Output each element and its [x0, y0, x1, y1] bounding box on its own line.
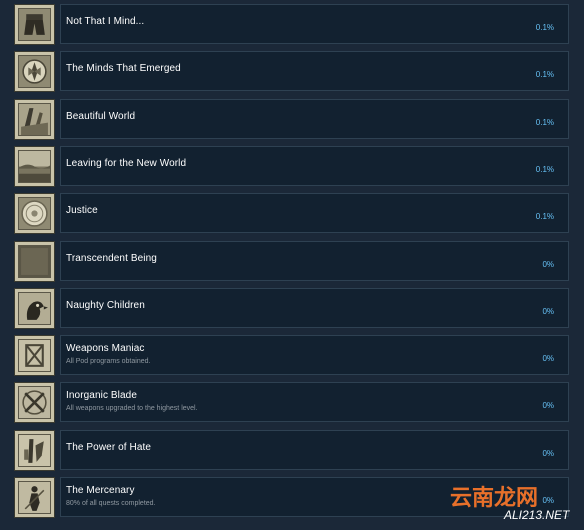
achievement-icon-art: [18, 8, 51, 41]
achievement-panel: Weapons Maniac All Pod programs obtained.…: [60, 335, 569, 376]
figure-icon: [14, 429, 55, 471]
unlock-percentage: 0.1%: [535, 117, 554, 127]
achievement-title: Transcendent Being: [66, 252, 157, 264]
achievement-icon-art: [18, 481, 51, 514]
achievement-icon-art: [18, 433, 51, 467]
achievement-panel: Beautiful World 0.1%: [60, 98, 569, 139]
achievement-title: Beautiful World: [66, 110, 136, 122]
achievement-panel: Justice 0.1%: [60, 193, 569, 234]
achievement-panel: The Power of Hate 0%: [60, 429, 569, 470]
unlock-percentage: 0.1%: [535, 212, 554, 222]
warrior-icon: [14, 477, 55, 518]
achievement-icon-art: [18, 291, 51, 325]
achievement-icon-art: [18, 55, 51, 89]
achievement-title: The Mercenary: [66, 485, 135, 496]
landscape-icon: [14, 145, 55, 187]
unlock-percentage: 0%: [542, 354, 554, 364]
achievement-row[interactable]: The Minds That Emerged 0.1%: [0, 51, 584, 95]
achievement-row[interactable]: Justice 0.1%: [0, 193, 584, 237]
achievement-row[interactable]: The Power of Hate 0%: [0, 429, 584, 474]
achievement-panel: Inorganic Blade All weapons upgraded to t…: [60, 382, 569, 423]
achievement-title: The Minds That Emerged: [66, 63, 181, 75]
circle-emblem-icon: [14, 193, 55, 235]
shorts-icon: [14, 4, 55, 45]
unlock-percentage: 0.1%: [535, 23, 554, 32]
achievement-description: 80% of all quests completed.: [66, 500, 156, 507]
pod-icon: [14, 335, 55, 377]
svg-text:ALI213.NET: ALI213.NET: [503, 508, 571, 522]
achievement-row[interactable]: Inorganic Blade All weapons upgraded to t…: [0, 382, 584, 426]
achievement-title: Naughty Children: [66, 299, 145, 311]
achievement-description: All Pod programs obtained.: [66, 358, 151, 366]
achievement-row[interactable]: Transcendent Being 0%: [0, 240, 584, 285]
unlock-percentage: 0%: [542, 401, 554, 411]
achievement-row[interactable]: Leaving for the New World 0.1%: [0, 145, 584, 190]
achievement-icon-art: [18, 102, 51, 136]
achievement-panel: Leaving for the New World 0.1%: [60, 145, 569, 186]
achievement-panel: The Minds That Emerged 0.1%: [60, 51, 569, 92]
achievement-icon-art: [18, 386, 51, 420]
unlock-percentage: 0%: [542, 306, 554, 316]
achievement-title: Weapons Maniac: [66, 343, 145, 355]
achievement-icon-art: [18, 339, 51, 373]
ruins-icon: [14, 98, 55, 140]
achievement-panel: Naughty Children 0%: [60, 287, 569, 328]
unlock-percentage: 0.1%: [535, 70, 554, 80]
achievement-title: The Power of Hate: [66, 441, 152, 453]
achievement-row[interactable]: Weapons Maniac All Pod programs obtained.…: [0, 335, 584, 379]
achievement-title: Not That I Mind...: [66, 16, 145, 27]
unlock-percentage: 0%: [542, 448, 554, 458]
achievement-title: Justice: [66, 205, 98, 217]
achievement-panel: Transcendent Being 0%: [60, 240, 569, 281]
achievement-icon-art: [18, 197, 51, 231]
unlock-percentage: 0.1%: [535, 164, 554, 174]
achievement-icon-art: [18, 149, 51, 183]
achievement-row[interactable]: Beautiful World 0.1%: [0, 98, 584, 143]
achievement-icon-art: [18, 244, 51, 278]
achievement-title: Leaving for the New World: [66, 157, 187, 169]
achievement-panel: Not That I Mind... 0.1%: [60, 4, 569, 44]
watermark-logo: 云南龙网 ALI213.NET: [446, 481, 580, 525]
blank-square-icon: [14, 240, 55, 282]
achievement-description: All weapons upgraded to the highest leve…: [66, 405, 198, 413]
bird-icon: [14, 287, 55, 329]
crossed-swords-icon: [14, 382, 55, 424]
achievement-row[interactable]: Not That I Mind... 0.1%: [0, 4, 584, 48]
emblem-icon: [14, 51, 55, 93]
achievement-title: Inorganic Blade: [66, 390, 137, 402]
achievement-row[interactable]: Naughty Children 0%: [0, 287, 584, 332]
unlock-percentage: 0%: [542, 259, 554, 269]
